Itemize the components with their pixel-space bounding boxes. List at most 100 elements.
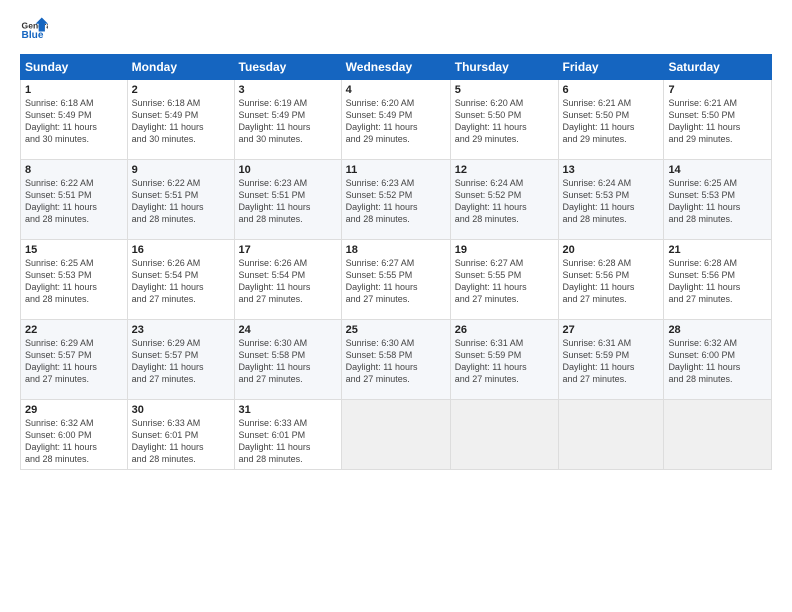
calendar-cell: 20Sunrise: 6:28 AM Sunset: 5:56 PM Dayli… bbox=[558, 240, 664, 320]
calendar-cell: 3Sunrise: 6:19 AM Sunset: 5:49 PM Daylig… bbox=[234, 80, 341, 160]
day-info: Sunrise: 6:25 AM Sunset: 5:53 PM Dayligh… bbox=[668, 177, 767, 226]
calendar-cell: 11Sunrise: 6:23 AM Sunset: 5:52 PM Dayli… bbox=[341, 160, 450, 240]
calendar-cell: 8Sunrise: 6:22 AM Sunset: 5:51 PM Daylig… bbox=[21, 160, 128, 240]
day-number: 26 bbox=[455, 324, 554, 336]
calendar-cell: 19Sunrise: 6:27 AM Sunset: 5:55 PM Dayli… bbox=[450, 240, 558, 320]
calendar-header-saturday: Saturday bbox=[664, 55, 772, 80]
day-number: 5 bbox=[455, 84, 554, 96]
day-info: Sunrise: 6:22 AM Sunset: 5:51 PM Dayligh… bbox=[132, 177, 230, 226]
calendar-cell: 27Sunrise: 6:31 AM Sunset: 5:59 PM Dayli… bbox=[558, 320, 664, 400]
calendar-cell bbox=[558, 400, 664, 470]
calendar-cell: 28Sunrise: 6:32 AM Sunset: 6:00 PM Dayli… bbox=[664, 320, 772, 400]
calendar-cell: 30Sunrise: 6:33 AM Sunset: 6:01 PM Dayli… bbox=[127, 400, 234, 470]
day-info: Sunrise: 6:19 AM Sunset: 5:49 PM Dayligh… bbox=[239, 97, 337, 146]
day-number: 20 bbox=[563, 244, 660, 256]
day-info: Sunrise: 6:26 AM Sunset: 5:54 PM Dayligh… bbox=[239, 257, 337, 306]
day-number: 19 bbox=[455, 244, 554, 256]
day-number: 1 bbox=[25, 84, 123, 96]
calendar-week-5: 29Sunrise: 6:32 AM Sunset: 6:00 PM Dayli… bbox=[21, 400, 772, 470]
calendar-cell: 18Sunrise: 6:27 AM Sunset: 5:55 PM Dayli… bbox=[341, 240, 450, 320]
calendar-week-3: 15Sunrise: 6:25 AM Sunset: 5:53 PM Dayli… bbox=[21, 240, 772, 320]
day-info: Sunrise: 6:27 AM Sunset: 5:55 PM Dayligh… bbox=[346, 257, 446, 306]
day-info: Sunrise: 6:33 AM Sunset: 6:01 PM Dayligh… bbox=[132, 417, 230, 466]
day-number: 30 bbox=[132, 404, 230, 416]
day-info: Sunrise: 6:28 AM Sunset: 5:56 PM Dayligh… bbox=[668, 257, 767, 306]
day-number: 24 bbox=[239, 324, 337, 336]
day-number: 31 bbox=[239, 404, 337, 416]
calendar-cell: 24Sunrise: 6:30 AM Sunset: 5:58 PM Dayli… bbox=[234, 320, 341, 400]
calendar-week-4: 22Sunrise: 6:29 AM Sunset: 5:57 PM Dayli… bbox=[21, 320, 772, 400]
day-info: Sunrise: 6:27 AM Sunset: 5:55 PM Dayligh… bbox=[455, 257, 554, 306]
calendar-cell: 13Sunrise: 6:24 AM Sunset: 5:53 PM Dayli… bbox=[558, 160, 664, 240]
day-number: 3 bbox=[239, 84, 337, 96]
day-number: 28 bbox=[668, 324, 767, 336]
day-info: Sunrise: 6:30 AM Sunset: 5:58 PM Dayligh… bbox=[346, 337, 446, 386]
day-number: 12 bbox=[455, 164, 554, 176]
calendar-cell: 23Sunrise: 6:29 AM Sunset: 5:57 PM Dayli… bbox=[127, 320, 234, 400]
calendar-cell bbox=[341, 400, 450, 470]
calendar-cell: 9Sunrise: 6:22 AM Sunset: 5:51 PM Daylig… bbox=[127, 160, 234, 240]
day-info: Sunrise: 6:24 AM Sunset: 5:53 PM Dayligh… bbox=[563, 177, 660, 226]
calendar-cell: 7Sunrise: 6:21 AM Sunset: 5:50 PM Daylig… bbox=[664, 80, 772, 160]
day-info: Sunrise: 6:22 AM Sunset: 5:51 PM Dayligh… bbox=[25, 177, 123, 226]
day-info: Sunrise: 6:20 AM Sunset: 5:49 PM Dayligh… bbox=[346, 97, 446, 146]
day-info: Sunrise: 6:32 AM Sunset: 6:00 PM Dayligh… bbox=[25, 417, 123, 466]
day-info: Sunrise: 6:29 AM Sunset: 5:57 PM Dayligh… bbox=[132, 337, 230, 386]
calendar-cell: 22Sunrise: 6:29 AM Sunset: 5:57 PM Dayli… bbox=[21, 320, 128, 400]
day-number: 22 bbox=[25, 324, 123, 336]
logo-icon: General Blue bbox=[20, 16, 48, 44]
calendar-cell: 26Sunrise: 6:31 AM Sunset: 5:59 PM Dayli… bbox=[450, 320, 558, 400]
header: General Blue bbox=[20, 16, 772, 44]
calendar-week-1: 1 Sunrise: 6:18 AM Sunset: 5:49 PM Daylig… bbox=[21, 80, 772, 160]
day-info: Sunrise: 6:21 AM Sunset: 5:50 PM Dayligh… bbox=[563, 97, 660, 146]
day-number: 25 bbox=[346, 324, 446, 336]
day-number: 15 bbox=[25, 244, 123, 256]
day-info: Sunrise: 6:31 AM Sunset: 5:59 PM Dayligh… bbox=[563, 337, 660, 386]
day-number: 2 bbox=[132, 84, 230, 96]
calendar-header-tuesday: Tuesday bbox=[234, 55, 341, 80]
day-number: 4 bbox=[346, 84, 446, 96]
calendar-header-wednesday: Wednesday bbox=[341, 55, 450, 80]
calendar-header-friday: Friday bbox=[558, 55, 664, 80]
logo: General Blue bbox=[20, 16, 48, 44]
day-info: Sunrise: 6:25 AM Sunset: 5:53 PM Dayligh… bbox=[25, 257, 123, 306]
day-info: Sunrise: 6:21 AM Sunset: 5:50 PM Dayligh… bbox=[668, 97, 767, 146]
calendar-cell: 14Sunrise: 6:25 AM Sunset: 5:53 PM Dayli… bbox=[664, 160, 772, 240]
calendar-cell: 4Sunrise: 6:20 AM Sunset: 5:49 PM Daylig… bbox=[341, 80, 450, 160]
day-number: 6 bbox=[563, 84, 660, 96]
day-number: 17 bbox=[239, 244, 337, 256]
calendar-cell: 16Sunrise: 6:26 AM Sunset: 5:54 PM Dayli… bbox=[127, 240, 234, 320]
day-info: Sunrise: 6:30 AM Sunset: 5:58 PM Dayligh… bbox=[239, 337, 337, 386]
calendar-week-2: 8Sunrise: 6:22 AM Sunset: 5:51 PM Daylig… bbox=[21, 160, 772, 240]
calendar-cell: 21Sunrise: 6:28 AM Sunset: 5:56 PM Dayli… bbox=[664, 240, 772, 320]
calendar-cell: 15Sunrise: 6:25 AM Sunset: 5:53 PM Dayli… bbox=[21, 240, 128, 320]
day-info: Sunrise: 6:31 AM Sunset: 5:59 PM Dayligh… bbox=[455, 337, 554, 386]
calendar-cell: 25Sunrise: 6:30 AM Sunset: 5:58 PM Dayli… bbox=[341, 320, 450, 400]
day-number: 13 bbox=[563, 164, 660, 176]
day-number: 14 bbox=[668, 164, 767, 176]
day-number: 27 bbox=[563, 324, 660, 336]
day-number: 29 bbox=[25, 404, 123, 416]
day-number: 8 bbox=[25, 164, 123, 176]
day-number: 23 bbox=[132, 324, 230, 336]
day-number: 21 bbox=[668, 244, 767, 256]
calendar-cell: 29Sunrise: 6:32 AM Sunset: 6:00 PM Dayli… bbox=[21, 400, 128, 470]
calendar-header-monday: Monday bbox=[127, 55, 234, 80]
calendar-header-thursday: Thursday bbox=[450, 55, 558, 80]
calendar-cell: 5Sunrise: 6:20 AM Sunset: 5:50 PM Daylig… bbox=[450, 80, 558, 160]
day-info: Sunrise: 6:28 AM Sunset: 5:56 PM Dayligh… bbox=[563, 257, 660, 306]
day-info: Sunrise: 6:23 AM Sunset: 5:52 PM Dayligh… bbox=[346, 177, 446, 226]
calendar-cell: 12Sunrise: 6:24 AM Sunset: 5:52 PM Dayli… bbox=[450, 160, 558, 240]
day-number: 16 bbox=[132, 244, 230, 256]
calendar-cell: 10Sunrise: 6:23 AM Sunset: 5:51 PM Dayli… bbox=[234, 160, 341, 240]
day-info: Sunrise: 6:29 AM Sunset: 5:57 PM Dayligh… bbox=[25, 337, 123, 386]
calendar-cell: 1Sunrise: 6:18 AM Sunset: 5:49 PM Daylig… bbox=[21, 80, 128, 160]
day-number: 7 bbox=[668, 84, 767, 96]
day-info: Sunrise: 6:23 AM Sunset: 5:51 PM Dayligh… bbox=[239, 177, 337, 226]
calendar-header-sunday: Sunday bbox=[21, 55, 128, 80]
day-info: Sunrise: 6:26 AM Sunset: 5:54 PM Dayligh… bbox=[132, 257, 230, 306]
day-number: 10 bbox=[239, 164, 337, 176]
calendar-cell bbox=[664, 400, 772, 470]
calendar-table: SundayMondayTuesdayWednesdayThursdayFrid… bbox=[20, 54, 772, 470]
day-info: Sunrise: 6:18 AM Sunset: 5:49 PM Dayligh… bbox=[132, 97, 230, 146]
